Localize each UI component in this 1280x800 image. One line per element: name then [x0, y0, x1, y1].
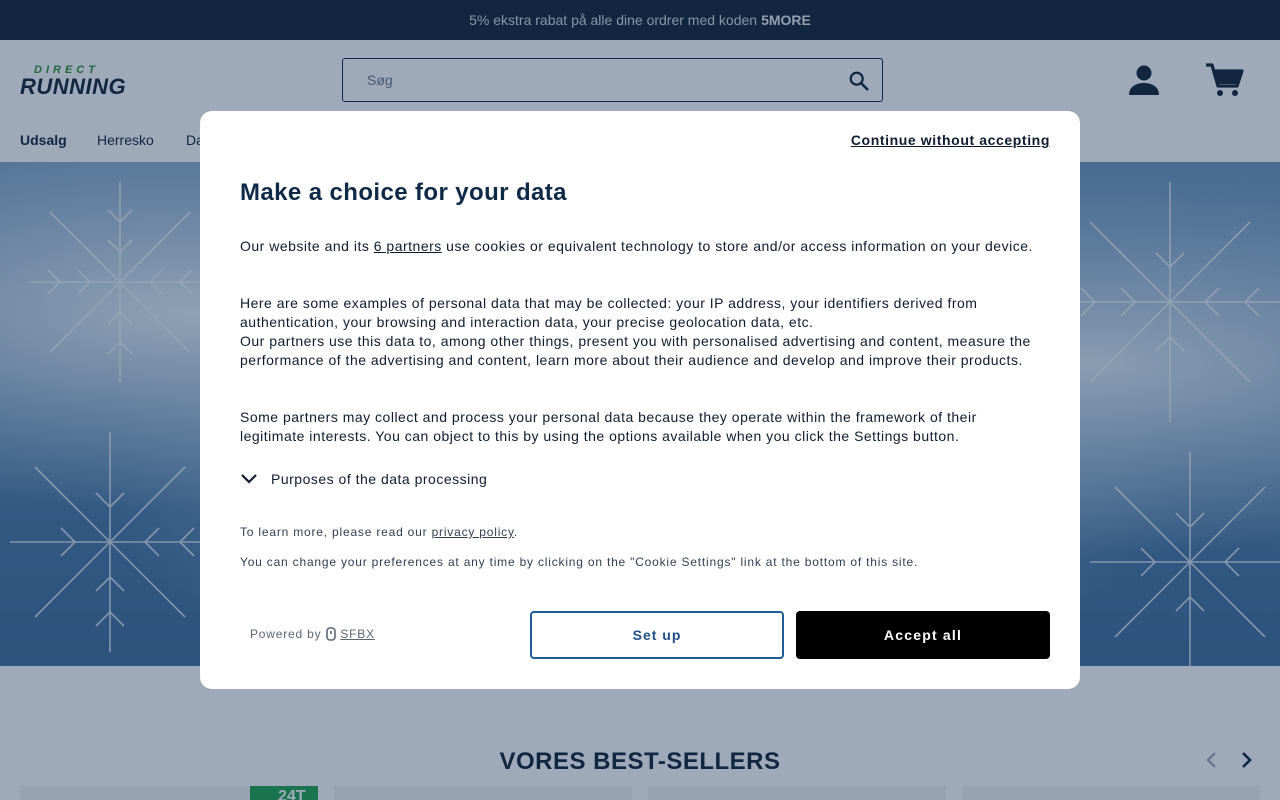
- change-preferences-text: You can change your preferences at any t…: [240, 555, 919, 569]
- cookie-consent-dialog: Continue without accepting Make a choice…: [200, 111, 1080, 689]
- partners-link[interactable]: 6 partners: [374, 238, 442, 254]
- consent-paragraph-1: Our website and its 6 partners use cooki…: [240, 237, 1045, 256]
- p1-before: Our website and its: [240, 238, 374, 254]
- chevron-down-icon: [241, 474, 257, 484]
- consent-paragraph-3: Our partners use this data to, among oth…: [240, 333, 1031, 368]
- consent-title: Make a choice for your data: [240, 179, 567, 206]
- continue-without-accepting-link[interactable]: Continue without accepting: [851, 132, 1050, 148]
- privacy-policy-link[interactable]: privacy policy: [432, 525, 514, 539]
- sfbx-link[interactable]: SFBX: [340, 627, 375, 641]
- powered-by: Powered by SFBX: [250, 627, 375, 641]
- learn-after: .: [513, 525, 519, 539]
- learn-before: To learn more, please read our: [240, 525, 432, 539]
- accept-all-button[interactable]: Accept all: [796, 611, 1050, 659]
- purposes-label: Purposes of the data processing: [271, 471, 488, 487]
- purposes-expander[interactable]: Purposes of the data processing: [240, 469, 487, 489]
- consent-paragraph-2: Here are some examples of personal data …: [240, 295, 978, 330]
- sfbx-logo-icon: [326, 627, 337, 641]
- consent-paragraph-4: Some partners may collect and process yo…: [240, 409, 977, 444]
- set-up-button[interactable]: Set up: [530, 611, 784, 659]
- p1-after: use cookies or equivalent technology to …: [441, 238, 1033, 254]
- powered-by-label: Powered by: [250, 627, 322, 641]
- learn-more-text: To learn more, please read our privacy p…: [240, 525, 1045, 539]
